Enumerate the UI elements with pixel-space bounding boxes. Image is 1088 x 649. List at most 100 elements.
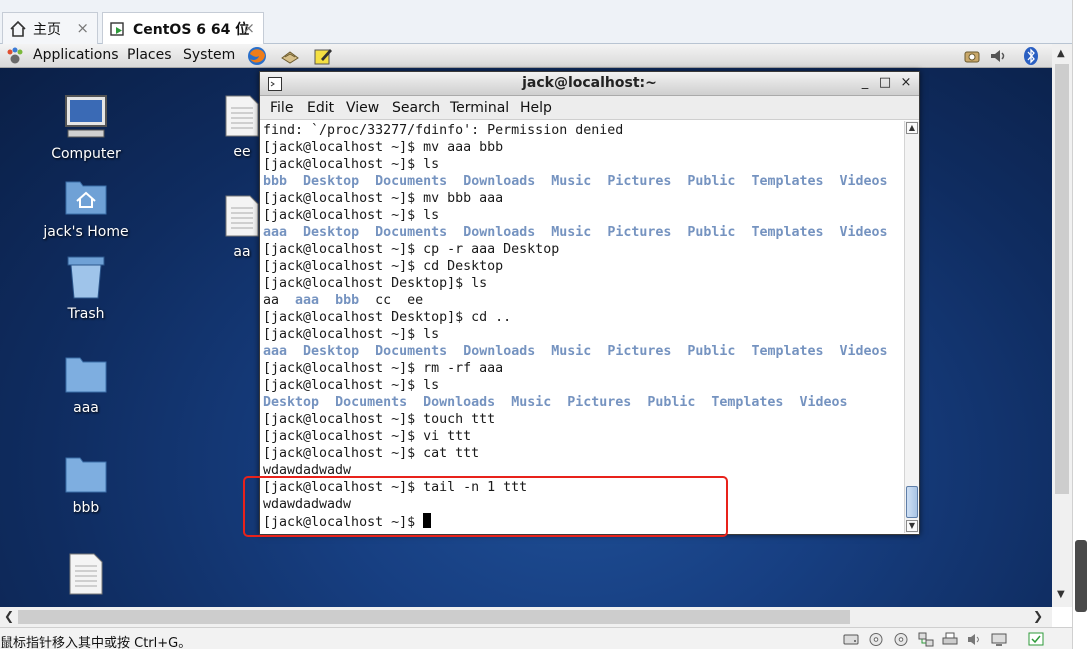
sound-icon[interactable] [966, 632, 982, 647]
terminal-titlebar[interactable]: jack@localhost:~ _ □ × [260, 72, 919, 96]
terminal-window[interactable]: jack@localhost:~ _ □ × File Edit View Se… [259, 71, 920, 535]
ls-entry: cc [375, 293, 392, 308]
desktop-icon-label: jack's Home [43, 224, 129, 240]
volume-icon[interactable] [988, 46, 1008, 66]
menu-view[interactable]: View [346, 100, 379, 116]
maximize-button[interactable]: □ [877, 75, 893, 90]
terminal-line: [jack@localhost ~]$ vi ttt [263, 429, 472, 444]
menu-help[interactable]: Help [520, 100, 552, 116]
vm-horizontal-scrollbar[interactable]: ❮ ❯ [0, 607, 1052, 627]
scroll-right-arrow-icon[interactable]: ❯ [1033, 609, 1043, 623]
desktop-icon-label: aaa [73, 400, 99, 416]
ls-entry: Templates [751, 344, 824, 359]
document-icon [225, 95, 259, 137]
minimize-button[interactable]: _ [857, 75, 873, 90]
desktop-icon-home[interactable]: jack's Home [36, 174, 136, 240]
ls-entry: Documents [375, 225, 448, 240]
trash-icon [67, 256, 105, 299]
folder-icon [65, 457, 107, 493]
terminal-scrollbar[interactable]: ▲ ▼ [904, 121, 919, 533]
scrollbar-thumb[interactable] [18, 610, 850, 624]
ls-entry: Pictures [567, 395, 632, 410]
ls-entry: aa [263, 293, 280, 308]
scrollbar-thumb[interactable] [1055, 64, 1069, 494]
terminal-menubar: File Edit View Search Terminal Help [260, 96, 919, 120]
ls-entry: Downloads [463, 344, 536, 359]
terminal-line: aaa Desktop Documents Downloads Music Pi… [263, 224, 904, 241]
terminal-line: [jack@localhost ~]$ cd Desktop [263, 259, 504, 274]
terminal-line: [jack@localhost ~]$ ls [263, 157, 440, 172]
gnome-foot-icon [7, 47, 23, 64]
ls-entry: Public [687, 174, 736, 189]
bluetooth-icon[interactable] [1021, 46, 1041, 66]
ls-entry: Downloads [463, 174, 536, 189]
close-button[interactable]: × [898, 75, 914, 90]
guest-desktop[interactable]: Applications Places System Computer jack… [0, 44, 1052, 607]
ls-entry: Desktop [303, 225, 360, 240]
ls-entry: Pictures [607, 344, 672, 359]
network-icon[interactable] [962, 46, 982, 66]
status-text: 鼠标指针移入其中或按 Ctrl+G。 [0, 636, 192, 649]
scroll-left-arrow-icon[interactable]: ❮ [4, 609, 14, 623]
terminal-line: [jack@localhost ~]$ mv aaa bbb [263, 140, 504, 155]
vm-status-bar: 鼠标指针移入其中或按 Ctrl+G。 [0, 627, 1072, 649]
vm-icon [110, 21, 124, 36]
scroll-down-button[interactable]: ▼ [906, 520, 918, 532]
places-menu[interactable]: Places [127, 47, 172, 63]
folder-icon [65, 357, 107, 393]
ls-entry: Public [687, 225, 736, 240]
scrollbar-thumb[interactable] [906, 486, 918, 518]
desktop-icon-document[interactable] [62, 552, 110, 600]
vm-vertical-scrollbar[interactable]: ▲ ▼ [1052, 44, 1072, 607]
message-icon[interactable] [1028, 632, 1044, 647]
printer-icon[interactable] [942, 632, 958, 647]
ls-entry: Desktop [263, 395, 320, 410]
display-icon[interactable] [991, 632, 1007, 647]
terminal-line: [jack@localhost ~]$ cp -r aaa Desktop [263, 242, 560, 257]
terminal-line: [jack@localhost Desktop]$ ls [263, 276, 488, 291]
ls-entry: Templates [711, 395, 784, 410]
scroll-down-arrow-icon[interactable]: ▼ [1057, 589, 1065, 600]
desktop-icon-computer[interactable]: Computer [46, 92, 126, 162]
ls-entry: Documents [375, 174, 448, 189]
ls-entry: Music [551, 225, 592, 240]
terminal-line: bbb Desktop Documents Downloads Music Pi… [263, 173, 904, 190]
close-icon[interactable]: × [242, 19, 255, 37]
menu-search[interactable]: Search [392, 100, 440, 116]
cd-drive-icon[interactable] [893, 632, 909, 647]
applications-menu[interactable]: Applications [33, 47, 119, 63]
document-icon [225, 195, 259, 237]
desktop-icon-folder-aaa[interactable]: aaa [46, 354, 126, 416]
desktop-icon-folder-bbb[interactable]: bbb [46, 454, 126, 516]
menu-terminal[interactable]: Terminal [450, 100, 509, 116]
scroll-up-button[interactable]: ▲ [906, 122, 918, 134]
desktop-icon-trash[interactable]: Trash [46, 254, 126, 322]
terminal-line: [jack@localhost ~]$ rm -rf aaa [263, 361, 504, 376]
system-menu[interactable]: System [183, 47, 235, 63]
tab-centos-vm[interactable]: CentOS 6 64 位 × [102, 12, 264, 44]
desktop-icon-label: Trash [67, 306, 105, 322]
tab-home-label: 主页 [33, 21, 61, 38]
hard-disk-icon[interactable] [843, 632, 859, 647]
desktop-icon-label: bbb [72, 500, 100, 516]
ls-entry: Downloads [463, 225, 536, 240]
ls-entry: Templates [751, 174, 824, 189]
resize-grip[interactable] [1075, 540, 1087, 612]
network-adapter-icon[interactable] [918, 632, 934, 647]
terminal-line: [jack@localhost ~]$ ls [263, 208, 440, 223]
close-icon[interactable]: × [76, 19, 89, 37]
ls-entry: Desktop [303, 174, 360, 189]
mail-icon[interactable] [280, 46, 300, 66]
scroll-up-arrow-icon[interactable]: ▲ [1057, 48, 1065, 59]
terminal-output[interactable]: find: `/proc/33277/fdinfo': Permission d… [262, 121, 904, 533]
firefox-icon[interactable] [247, 46, 267, 66]
terminal-line: aaa Desktop Documents Downloads Music Pi… [263, 343, 904, 360]
ls-entry: aaa [295, 293, 320, 308]
text-editor-icon[interactable] [313, 46, 333, 66]
tab-home[interactable]: 主页 × [2, 12, 98, 44]
menu-file[interactable]: File [270, 100, 293, 116]
menu-edit[interactable]: Edit [307, 100, 334, 116]
computer-icon [65, 95, 107, 138]
ls-entry: Music [551, 344, 592, 359]
cd-drive-icon[interactable] [868, 632, 884, 647]
